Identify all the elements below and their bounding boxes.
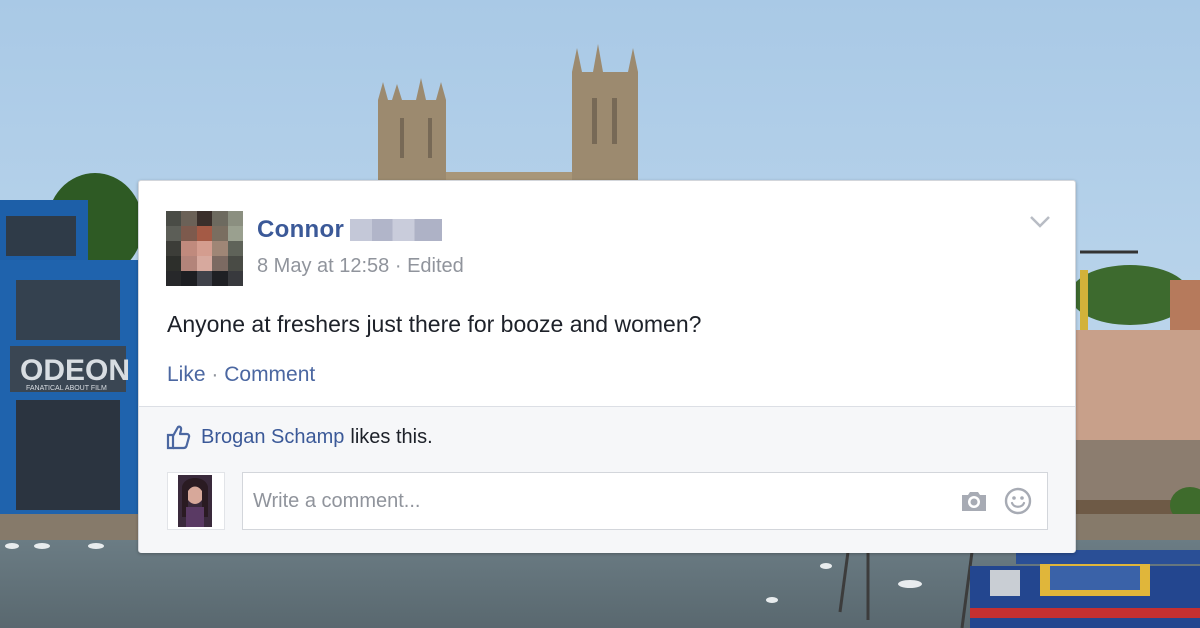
comment-link[interactable]: Comment	[224, 363, 315, 386]
likes-suffix: likes this.	[350, 425, 433, 448]
post-text: Anyone at freshers just there for booze …	[167, 311, 702, 337]
likes-summary: Brogan Schamp likes this.	[165, 424, 433, 450]
camera-icon[interactable]	[959, 486, 989, 516]
post-actions: Like · Comment	[167, 363, 315, 387]
odeon-tagline: FANATICAL ABOUT FILM	[26, 385, 107, 392]
commenter-avatar[interactable]	[167, 472, 225, 530]
odeon-sign: ODEON	[20, 354, 130, 387]
chevron-down-icon[interactable]	[1029, 215, 1051, 229]
redacted-surname	[350, 219, 443, 241]
liker-name[interactable]: Brogan Schamp	[201, 426, 344, 449]
author-avatar[interactable]	[166, 211, 243, 286]
edited-label[interactable]: · Edited	[395, 255, 464, 277]
smiley-icon[interactable]	[1003, 486, 1033, 516]
thumbs-up-icon	[166, 425, 191, 450]
facebook-post-card: Connor 8 May at 12:58 · Edited Anyone at…	[138, 180, 1076, 553]
post-footer: Brogan Schamp likes this.	[139, 406, 1075, 553]
comment-input[interactable]	[243, 474, 959, 528]
like-link[interactable]: Like	[167, 363, 206, 386]
post-meta: 8 May at 12:58 · Edited	[257, 255, 464, 278]
comment-composer	[242, 472, 1048, 530]
post-timestamp[interactable]: 8 May at 12:58	[257, 255, 389, 277]
action-separator: ·	[211, 363, 219, 386]
author-name[interactable]: Connor	[257, 216, 344, 244]
